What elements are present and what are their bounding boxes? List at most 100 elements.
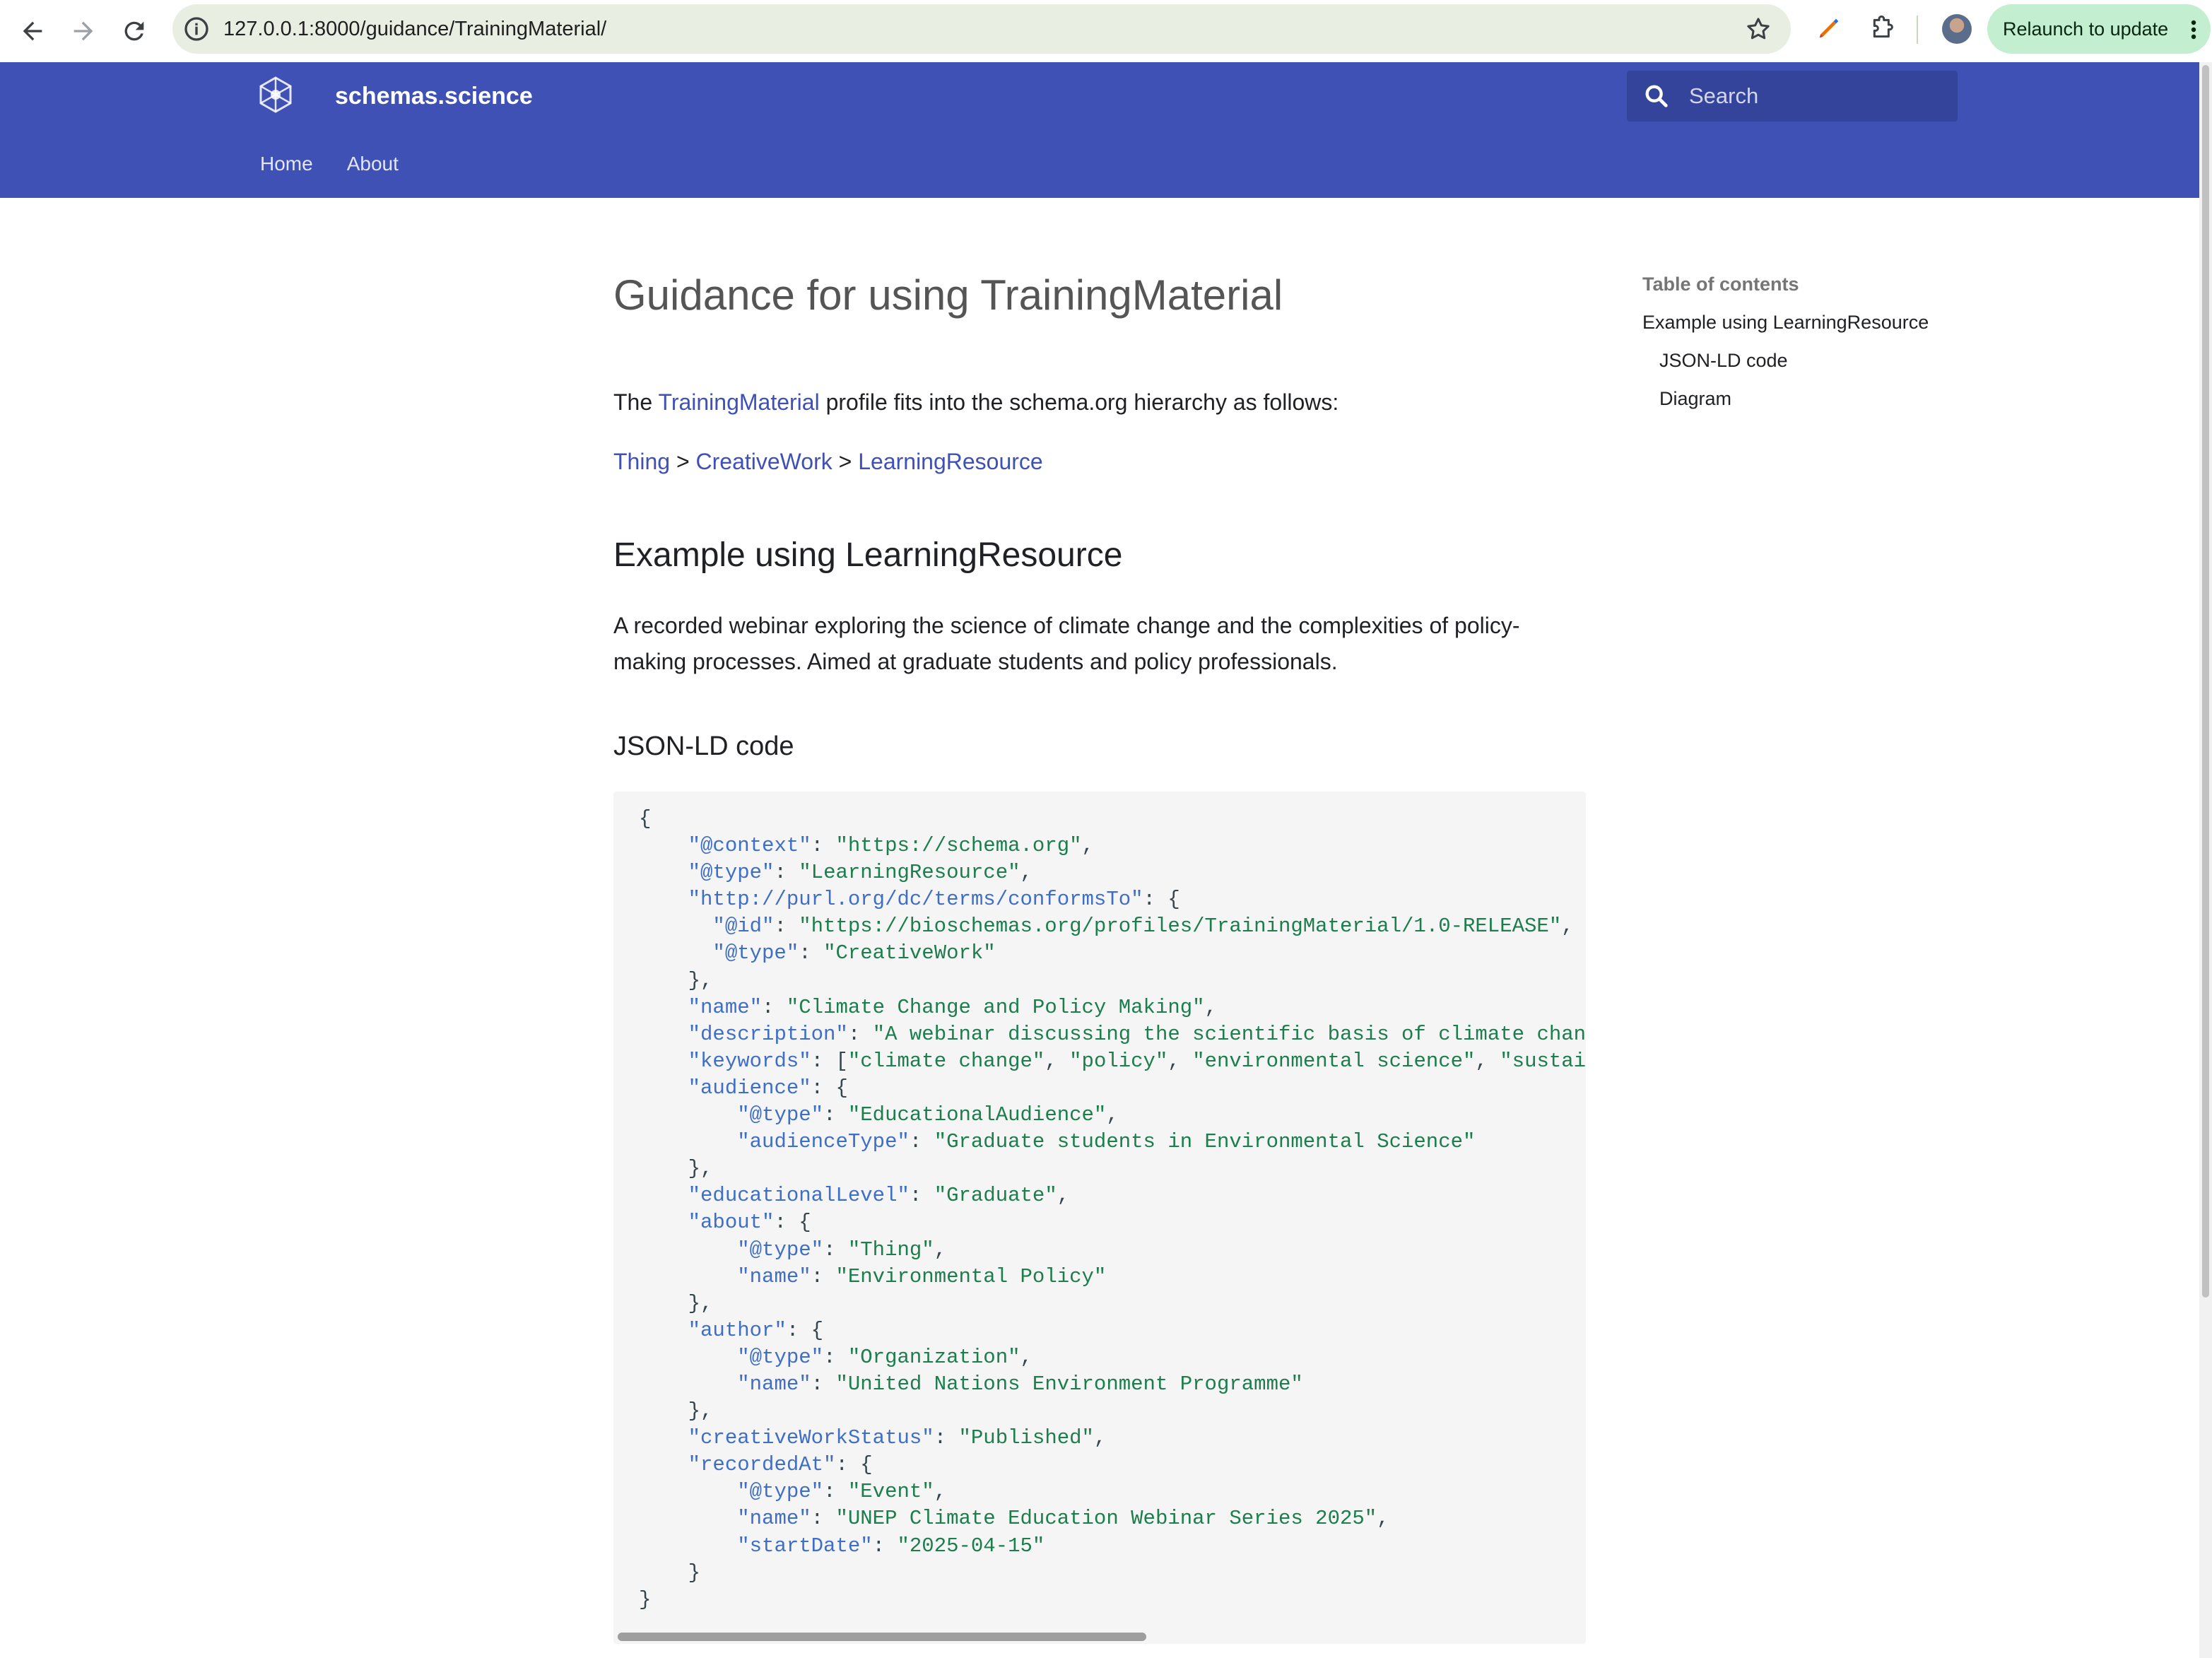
- tab-home[interactable]: Home: [260, 150, 313, 178]
- code-punct: : [: [811, 1049, 848, 1073]
- url-text[interactable]: 127.0.0.1:8000/guidance/TrainingMaterial…: [223, 4, 606, 54]
- breadcrumb-learningresource-link[interactable]: LearningResource: [858, 449, 1043, 474]
- code-punct: [639, 1103, 737, 1127]
- code-key: "audienceType": [737, 1130, 910, 1154]
- toc-item-example[interactable]: Example using LearningResource: [1642, 307, 1929, 338]
- code-key: "creativeWorkStatus": [688, 1426, 934, 1450]
- code-key: "@context": [688, 834, 811, 858]
- code-key: "@type": [688, 861, 775, 885]
- code-punct: [639, 1050, 688, 1073]
- page-title: Guidance for using TrainingMaterial: [613, 271, 1283, 319]
- site-title[interactable]: schemas.science: [335, 76, 533, 116]
- code-key: "name": [737, 1507, 811, 1531]
- pen-icon[interactable]: [1815, 14, 1843, 42]
- code-punct: [639, 1346, 737, 1369]
- code-key: "name": [737, 1264, 811, 1288]
- breadcrumb-thing-link[interactable]: Thing: [613, 449, 670, 474]
- browser-toolbar: 127.0.0.1:8000/guidance/TrainingMaterial…: [0, 0, 2212, 62]
- code-punct: :: [909, 1130, 934, 1154]
- search-icon: [1645, 85, 1668, 107]
- code-string: "https://schema.org": [835, 834, 1082, 858]
- code-punct: [639, 1534, 737, 1558]
- code-punct: [639, 1130, 737, 1153]
- code-string: "Climate Change and Policy Making": [786, 995, 1205, 1019]
- code-punct: :: [762, 995, 787, 1019]
- code-string: "environmental science": [1192, 1049, 1476, 1073]
- code-punct: }: [639, 1560, 701, 1584]
- tab-about[interactable]: About: [347, 150, 399, 178]
- code-punct: }: [639, 1587, 652, 1611]
- reload-button[interactable]: [110, 7, 158, 55]
- toolbar-divider: [1917, 16, 1918, 44]
- relaunch-button[interactable]: Relaunch to update: [1987, 4, 2211, 54]
- code-punct: [639, 1372, 737, 1396]
- code-punct: :: [823, 1103, 848, 1127]
- code-punct: },: [639, 1291, 713, 1315]
- back-button[interactable]: [8, 7, 57, 55]
- code-punct: [639, 1184, 688, 1207]
- address-bar[interactable]: 127.0.0.1:8000/guidance/TrainingMaterial…: [172, 4, 1791, 54]
- site-header: schemas.science Search Home About: [0, 62, 2199, 198]
- code-horizontal-scrollbar[interactable]: [618, 1633, 1146, 1641]
- code-punct: [639, 1211, 688, 1234]
- code-punct: :: [811, 1372, 836, 1396]
- code-punct: [639, 1507, 737, 1530]
- code-punct: ,: [934, 1480, 947, 1504]
- code-key: "@type": [737, 1103, 824, 1127]
- code-string: "climate change": [847, 1049, 1045, 1073]
- code-punct: ,: [1020, 861, 1033, 885]
- code-punct: {: [639, 807, 652, 830]
- code-punct: },: [639, 968, 713, 992]
- code-key: "educationalLevel": [688, 1184, 910, 1208]
- code-punct: :: [909, 1184, 934, 1208]
- code-string: "Graduate": [934, 1184, 1057, 1208]
- code-punct: ,: [1020, 1345, 1033, 1369]
- code-punct: [639, 1426, 688, 1450]
- code-punct: :: [823, 1480, 848, 1504]
- search-input[interactable]: Search: [1627, 71, 1958, 122]
- code-string: "EducationalAudience": [847, 1103, 1107, 1127]
- json-ld-code-block[interactable]: { "@context": "https://schema.org", "@ty…: [613, 792, 1586, 1644]
- relaunch-label: Relaunch to update: [2003, 18, 2169, 40]
- menu-dots-icon[interactable]: [2191, 20, 2196, 40]
- code-punct: [639, 1480, 737, 1503]
- breadcrumb-separator: >: [676, 449, 690, 474]
- code-punct: ,: [1377, 1507, 1389, 1531]
- code-punct: : {: [774, 1211, 811, 1235]
- forward-button[interactable]: [59, 7, 107, 55]
- profile-avatar[interactable]: [1942, 14, 1972, 44]
- code-key: "description": [688, 1022, 848, 1046]
- code-punct: :: [774, 861, 799, 885]
- code-punct: [639, 1453, 688, 1476]
- bookmark-star-icon[interactable]: [1744, 15, 1772, 43]
- code-punct: [639, 1023, 688, 1046]
- code-key: "startDate": [737, 1534, 873, 1558]
- extensions-puzzle-icon[interactable]: [1869, 14, 1897, 42]
- code-string: "Graduate students in Environmental Scie…: [934, 1130, 1476, 1154]
- site-info-icon[interactable]: [182, 15, 211, 43]
- code-string: "Event": [847, 1480, 934, 1504]
- code-key: "@type": [737, 1480, 824, 1504]
- code-punct: [639, 915, 712, 938]
- json-ld-code: { "@context": "https://schema.org", "@ty…: [639, 806, 1586, 1613]
- breadcrumb-creativework-link[interactable]: CreativeWork: [696, 449, 833, 474]
- code-punct: [639, 1265, 737, 1288]
- code-punct: :: [823, 1237, 848, 1262]
- code-punct: : {: [835, 1453, 873, 1477]
- site-logo-icon[interactable]: [256, 75, 295, 114]
- site-nav-tabs: Home About: [260, 150, 399, 178]
- code-key: "author": [688, 1318, 787, 1342]
- training-material-link[interactable]: TrainingMaterial: [658, 389, 819, 415]
- code-string: "Environmental Policy": [835, 1264, 1107, 1288]
- code-punct: [639, 1076, 688, 1100]
- code-punct: },: [639, 1399, 713, 1423]
- code-punct: : {: [786, 1318, 824, 1342]
- toc-item-diagram[interactable]: Diagram: [1659, 383, 1731, 414]
- breadcrumb-separator: >: [838, 449, 852, 474]
- code-string: "CreativeWork": [823, 941, 996, 965]
- page-scrollbar-thumb[interactable]: [2202, 65, 2209, 1298]
- toc-item-json-ld-code[interactable]: JSON-LD code: [1659, 345, 1788, 376]
- code-key: "recordedAt": [688, 1453, 836, 1477]
- forward-arrow-icon: [73, 21, 93, 41]
- code-string: "https://bioschemas.org/profiles/Trainin…: [799, 915, 1562, 939]
